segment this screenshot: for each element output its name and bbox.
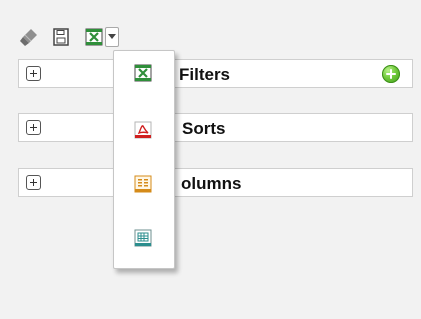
export-html-menu-item[interactable] [130, 171, 156, 197]
export-csv-menu-item[interactable] [130, 225, 156, 251]
brush-button[interactable] [18, 26, 40, 48]
export-excel-button[interactable] [84, 27, 104, 47]
csv-icon [134, 229, 152, 247]
plus-square-icon[interactable] [26, 175, 41, 190]
excel-icon [134, 64, 152, 82]
export-excel-menu-item[interactable] [130, 60, 156, 86]
save-icon [53, 28, 69, 46]
sorts-label: Sorts [182, 119, 226, 138]
brush-icon [20, 29, 37, 46]
pdf-icon [134, 121, 152, 139]
export-dropdown-button[interactable] [105, 27, 119, 47]
sorts-panel: Sorts [18, 113, 413, 142]
toolbar [18, 26, 119, 48]
plus-square-icon[interactable] [26, 66, 41, 81]
plus-square-icon[interactable] [26, 120, 41, 135]
filters-panel: Filters [18, 59, 413, 88]
export-menu-toggle[interactable] [84, 27, 119, 47]
columns-label: olumns [181, 174, 242, 193]
filters-label: Filters [179, 65, 231, 84]
export-dropdown-menu [113, 50, 175, 269]
export-pdf-menu-item[interactable] [130, 117, 156, 143]
chevron-down-icon [108, 34, 116, 39]
save-button[interactable] [50, 26, 72, 48]
excel-export-icon [85, 28, 103, 46]
columns-panel: olumns [18, 168, 413, 197]
add-icon[interactable] [382, 65, 400, 83]
html-icon [134, 175, 152, 193]
